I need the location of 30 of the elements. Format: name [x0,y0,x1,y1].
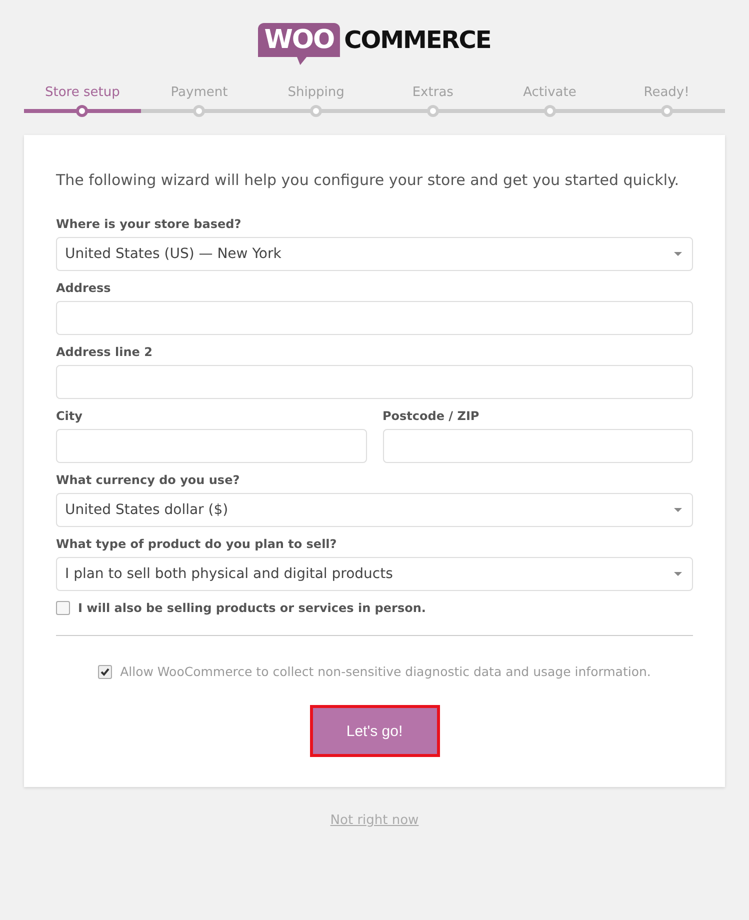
checkbox[interactable] [56,601,70,615]
select-field[interactable]: United States dollar ($) [56,493,693,527]
field-label: Address line 2 [56,345,154,359]
input-field[interactable] [56,365,693,399]
field-label: What type of product do you plan to sell? [56,537,338,551]
checkbox-label: I will also be selling products or services in person. [78,601,426,615]
step-label: Shipping [288,85,344,102]
field-label: City [56,409,84,423]
step-label: Ready! [644,85,690,102]
intro-text: The following wizard will help you configure your store and get you started quickly. [56,171,680,189]
caret-icon [674,508,682,512]
checkbox-label: Allow WooCommerce to collect non-sensitive diagnostic data and usage information. [120,664,651,679]
input-field[interactable] [56,301,693,335]
step-label: Activate [523,85,576,102]
input-field[interactable] [382,429,693,463]
field-label: What currency do you use? [56,473,241,487]
caret-icon [674,252,682,256]
select-field[interactable]: United States (US) — New York [56,237,693,271]
step-label: Payment [170,85,228,102]
field-label: Where is your store based? [56,217,242,231]
logo-badge: WOO [258,23,340,65]
field-label: Address [56,281,112,295]
select-field[interactable]: I plan to sell both physical and digital products [56,557,693,591]
field-label: Postcode / ZIP [382,409,480,423]
step-label: Store setup [44,85,120,102]
step-label: Extras [412,85,454,102]
caret-icon [674,572,682,576]
checkbox[interactable] [98,664,112,678]
logo-wordmark: COMMERCE [344,26,491,54]
input-field[interactable] [56,429,366,463]
